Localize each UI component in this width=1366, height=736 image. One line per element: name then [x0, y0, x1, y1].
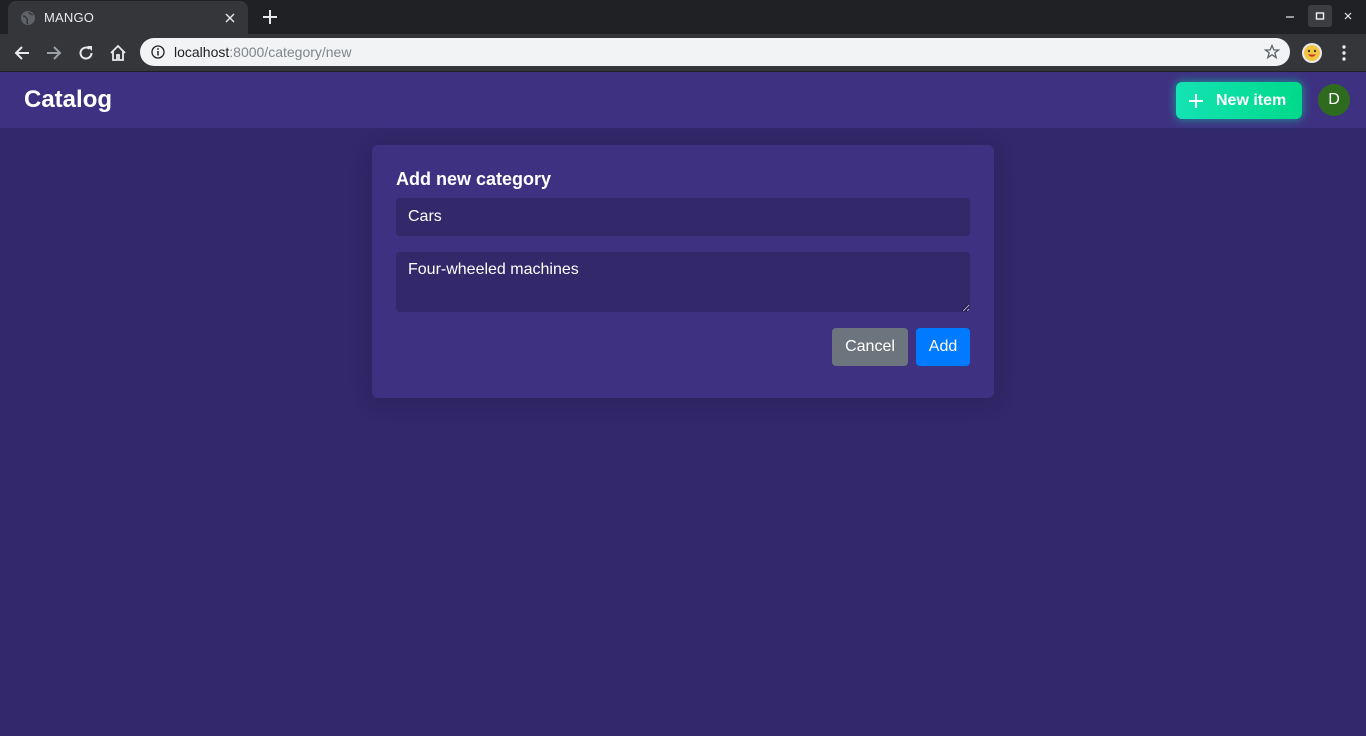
globe-icon — [20, 10, 36, 26]
plus-icon — [263, 10, 277, 24]
kebab-menu-icon[interactable] — [1334, 41, 1354, 65]
browser-tab[interactable]: MANGO — [8, 1, 248, 34]
info-icon[interactable] — [150, 44, 166, 60]
minimize-icon — [1285, 11, 1295, 21]
reload-icon — [78, 45, 94, 61]
add-category-card: Add new category Four-wheeled machines C… — [372, 145, 994, 398]
emoji-face-icon[interactable] — [1300, 41, 1324, 65]
maximize-button[interactable] — [1308, 5, 1332, 27]
add-button[interactable]: Add — [916, 328, 970, 366]
category-name-input[interactable] — [396, 198, 970, 236]
tab-title: MANGO — [44, 10, 95, 25]
home-button[interactable] — [104, 39, 132, 67]
form-title: Add new category — [396, 169, 552, 189]
new-tab-button[interactable] — [258, 5, 282, 29]
close-icon — [1344, 12, 1352, 20]
url-host: localhost — [174, 44, 230, 60]
forward-button[interactable] — [40, 39, 68, 67]
cancel-button[interactable]: Cancel — [832, 328, 908, 366]
address-bar[interactable]: localhost:8000/category/new — [140, 38, 1290, 66]
brand-title[interactable]: Catalog — [24, 86, 112, 114]
star-icon[interactable] — [1260, 40, 1284, 64]
arrow-right-icon — [46, 45, 62, 61]
maximize-icon — [1315, 11, 1325, 21]
back-button[interactable] — [8, 39, 36, 67]
avatar[interactable]: D — [1318, 84, 1350, 116]
close-icon[interactable] — [222, 10, 238, 26]
new-item-button[interactable]: New item — [1176, 82, 1302, 119]
home-icon — [109, 44, 127, 62]
url-path: :8000/category/new — [229, 44, 352, 60]
arrow-left-icon — [14, 45, 30, 61]
browser-tabstrip: MANGO — [0, 0, 1366, 34]
plus-icon — [1188, 93, 1204, 109]
url-text: localhost:8000/category/new — [174, 44, 1260, 60]
app-header: Catalog New item D — [0, 72, 1366, 128]
reload-button[interactable] — [72, 39, 100, 67]
browser-toolbar: localhost:8000/category/new — [0, 34, 1366, 72]
new-item-label: New item — [1216, 91, 1287, 109]
close-window-button[interactable] — [1336, 5, 1360, 27]
minimize-button[interactable] — [1278, 5, 1302, 27]
category-description-textarea[interactable]: Four-wheeled machines — [396, 252, 970, 312]
